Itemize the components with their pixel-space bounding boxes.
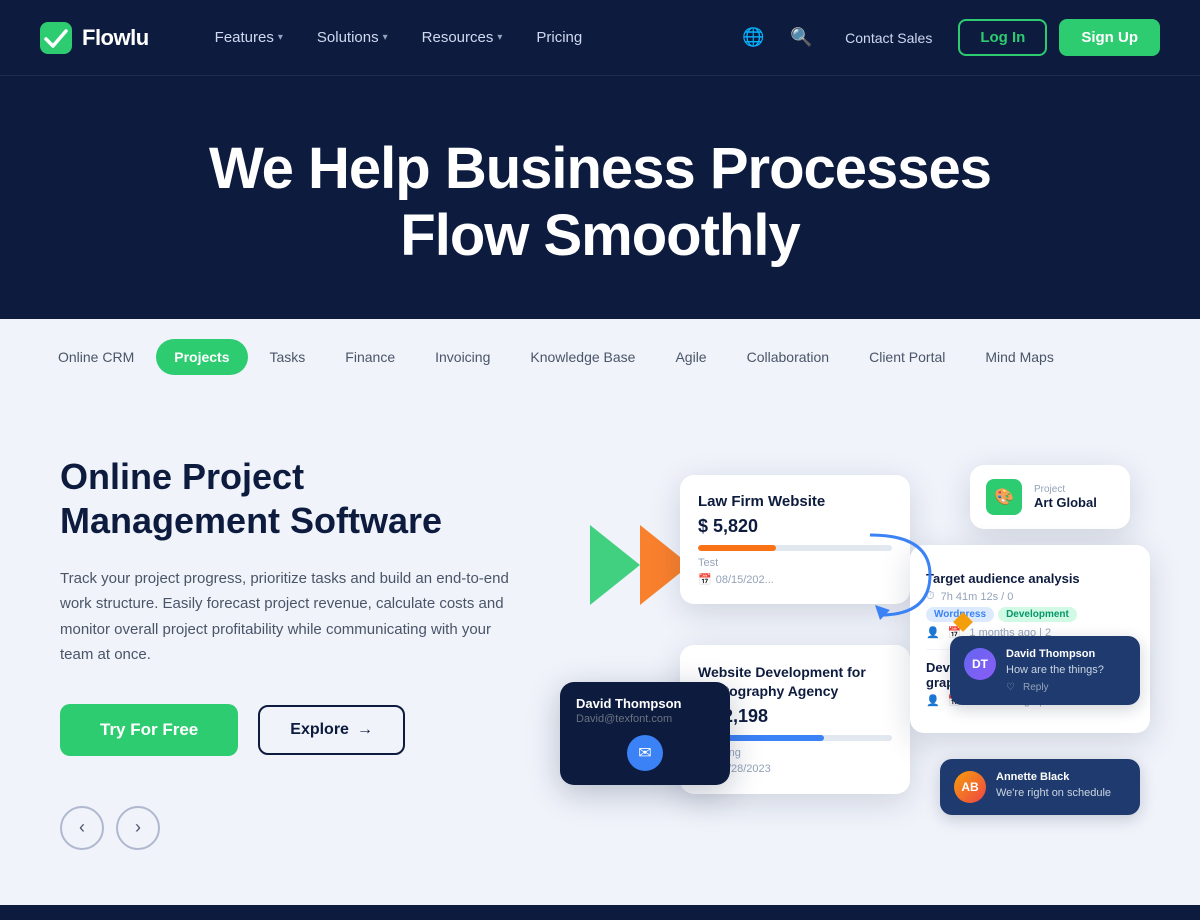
carousel-next-button[interactable]: › [116, 806, 160, 850]
tag-development: Development [998, 607, 1077, 622]
art-global-icon: 🎨 [986, 479, 1022, 515]
logo-icon [40, 22, 72, 54]
email-button[interactable]: ✉ [627, 735, 663, 771]
task-title: Target audience analysis [926, 571, 1134, 586]
art-label: Project [1034, 484, 1097, 495]
content-heading: Online Project Management Software [60, 455, 520, 541]
progress-fill [698, 545, 776, 551]
avatar-icon-2: 👤 [926, 694, 940, 707]
project-card-art-global: 🎨 Project Art Global [970, 465, 1130, 529]
chevron-down-icon: ▾ [278, 32, 283, 43]
chevron-down-icon: ▾ [497, 32, 502, 43]
nav-resources[interactable]: Resources ▾ [408, 21, 517, 54]
contact-sales-link[interactable]: Contact Sales [831, 22, 946, 54]
contact-card: David Thompson David@texfont.com ✉ [560, 682, 730, 785]
tab-client-portal[interactable]: Client Portal [851, 339, 963, 375]
chevron-down-icon: ▾ [383, 32, 388, 43]
tab-agile[interactable]: Agile [657, 339, 724, 375]
try-for-free-button[interactable]: Try For Free [60, 704, 238, 756]
chat-actions: ♡ Reply [1006, 682, 1104, 693]
signup-button[interactable]: Sign Up [1059, 19, 1160, 56]
task-meta: ⏱ 7h 41m 12s / 0 [926, 590, 1134, 603]
right-panel-mockup: Law Firm Website $ 5,820 Test 📅 08/15/20… [580, 445, 1140, 865]
tab-knowledge-base[interactable]: Knowledge Base [512, 339, 653, 375]
art-name: Art Global [1034, 495, 1097, 510]
login-button[interactable]: Log In [958, 19, 1047, 56]
nav-right: 🌐 🔍 Contact Sales Log In Sign Up [735, 19, 1160, 56]
tab-online-crm[interactable]: Online CRM [40, 339, 152, 375]
carousel-controls: ‹ › [60, 806, 520, 850]
chat-reply-button[interactable]: Reply [1023, 682, 1049, 693]
cta-buttons: Try For Free Explore → [60, 704, 520, 756]
avatar-david: DT [964, 648, 996, 680]
avatar-icon: 👤 [926, 626, 940, 639]
calendar-icon: 📅 [698, 573, 712, 586]
mockup-container: Law Firm Website $ 5,820 Test 📅 08/15/20… [580, 445, 1140, 865]
hero-headline: We Help Business Processes Flow Smoothly [40, 136, 1160, 269]
chat-bubble-david: DT David Thompson How are the things? ♡ … [950, 636, 1140, 705]
explore-button[interactable]: Explore → [258, 705, 405, 755]
content-section: Online Project Management Software Track… [0, 395, 1200, 905]
brand-name: Flowlu [82, 25, 149, 51]
chat-message-david: How are the things? [1006, 663, 1104, 678]
tab-tasks[interactable]: Tasks [252, 339, 324, 375]
tab-mind-maps[interactable]: Mind Maps [967, 339, 1071, 375]
nav-features[interactable]: Features ▾ [201, 21, 297, 54]
feature-tabs: Online CRM Projects Tasks Finance Invoic… [0, 319, 1200, 395]
content-description: Track your project progress, prioritize … [60, 566, 520, 668]
navbar: Flowlu Features ▾ Solutions ▾ Resources … [0, 0, 1200, 76]
hero-section: We Help Business Processes Flow Smoothly [0, 76, 1200, 319]
nav-pricing[interactable]: Pricing [522, 21, 596, 54]
curve-arrow-decoration [860, 525, 940, 625]
chat-message-annette: We're right on schedule [996, 786, 1111, 801]
tab-finance[interactable]: Finance [327, 339, 413, 375]
tab-projects[interactable]: Projects [156, 339, 247, 375]
contact-name: David Thompson [576, 696, 714, 711]
tab-invoicing[interactable]: Invoicing [417, 339, 508, 375]
carousel-prev-button[interactable]: ‹ [60, 806, 104, 850]
globe-icon-button[interactable]: 🌐 [735, 20, 771, 56]
nav-solutions[interactable]: Solutions ▾ [303, 21, 402, 54]
chat-sender-annette: Annette Black [996, 771, 1111, 783]
tab-collaboration[interactable]: Collaboration [729, 339, 848, 375]
search-icon-button[interactable]: 🔍 [783, 20, 819, 56]
arrow-icon: → [357, 721, 373, 739]
chat-bubble-annette: AB Annette Black We're right on schedule [940, 759, 1140, 815]
chat-sender-david: David Thompson [1006, 648, 1104, 660]
project-name: Law Firm Website [698, 493, 892, 510]
nav-links: Features ▾ Solutions ▾ Resources ▾ Prici… [201, 21, 704, 54]
logo[interactable]: Flowlu [40, 22, 149, 54]
left-panel: Online Project Management Software Track… [60, 445, 520, 849]
avatar-annette: AB [954, 771, 986, 803]
contact-email: David@texfont.com [576, 713, 714, 725]
chat-like-button[interactable]: ♡ [1006, 682, 1015, 693]
